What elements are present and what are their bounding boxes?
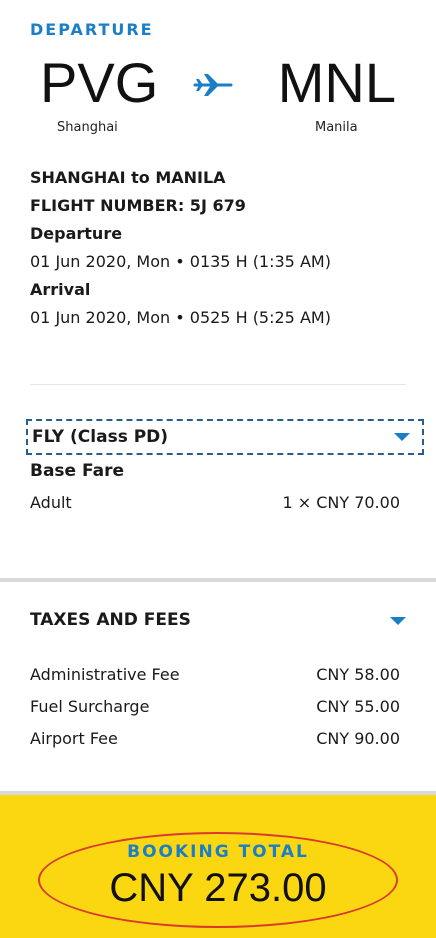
adult-label: Adult bbox=[30, 493, 72, 512]
fee-value: CNY 58.00 bbox=[316, 665, 400, 684]
fare-class-title: FLY (Class PD) bbox=[32, 427, 169, 447]
departure-label: Departure bbox=[30, 224, 123, 243]
section-title: DEPARTURE bbox=[30, 20, 154, 39]
chevron-down-icon[interactable] bbox=[390, 617, 406, 625]
fee-value: CNY 90.00 bbox=[316, 729, 400, 748]
fare-class-toggle[interactable]: FLY (Class PD) bbox=[26, 419, 424, 455]
route-title: SHANGHAI to MANILA bbox=[30, 168, 226, 187]
fee-value: CNY 55.00 bbox=[316, 697, 400, 716]
chevron-down-icon[interactable] bbox=[394, 433, 410, 441]
adult-fare-row: Adult 1 × CNY 70.00 bbox=[30, 493, 400, 512]
origin-code: PVG bbox=[40, 51, 159, 114]
section-separator bbox=[0, 578, 436, 582]
taxes-title[interactable]: TAXES AND FEES bbox=[30, 610, 191, 630]
departure-time: 01 Jun 2020, Mon • 0135 H (1:35 AM) bbox=[30, 252, 331, 271]
booking-total-label: BOOKING TOTAL bbox=[127, 842, 309, 862]
flight-number: FLIGHT NUMBER: 5J 679 bbox=[30, 196, 246, 215]
booking-total-amount: CNY 273.00 bbox=[109, 866, 327, 910]
fee-label: Airport Fee bbox=[30, 729, 118, 748]
destination-code: MNL bbox=[277, 51, 396, 114]
fee-row: Airport Fee CNY 90.00 bbox=[30, 729, 400, 748]
fee-label: Fuel Surcharge bbox=[30, 697, 150, 716]
fee-label: Administrative Fee bbox=[30, 665, 180, 684]
destination-city: Manila bbox=[315, 120, 358, 135]
fee-row: Fuel Surcharge CNY 55.00 bbox=[30, 697, 400, 716]
plane-icon bbox=[193, 74, 233, 96]
origin-city: Shanghai bbox=[57, 120, 118, 135]
arrival-time: 01 Jun 2020, Mon • 0525 H (5:25 AM) bbox=[30, 308, 331, 327]
divider bbox=[30, 384, 406, 385]
booking-summary: DEPARTURE PVG MNL Shanghai Manila SHANGH… bbox=[0, 0, 436, 938]
arrival-label: Arrival bbox=[30, 280, 91, 299]
flight-info: SHANGHAI to MANILA FLIGHT NUMBER: 5J 679… bbox=[30, 164, 410, 332]
adult-value: 1 × CNY 70.00 bbox=[282, 493, 400, 512]
departure-section: DEPARTURE PVG MNL Shanghai Manila SHANGH… bbox=[0, 0, 436, 580]
fee-row: Administrative Fee CNY 58.00 bbox=[30, 665, 400, 684]
base-fare-label: Base Fare bbox=[30, 461, 124, 481]
